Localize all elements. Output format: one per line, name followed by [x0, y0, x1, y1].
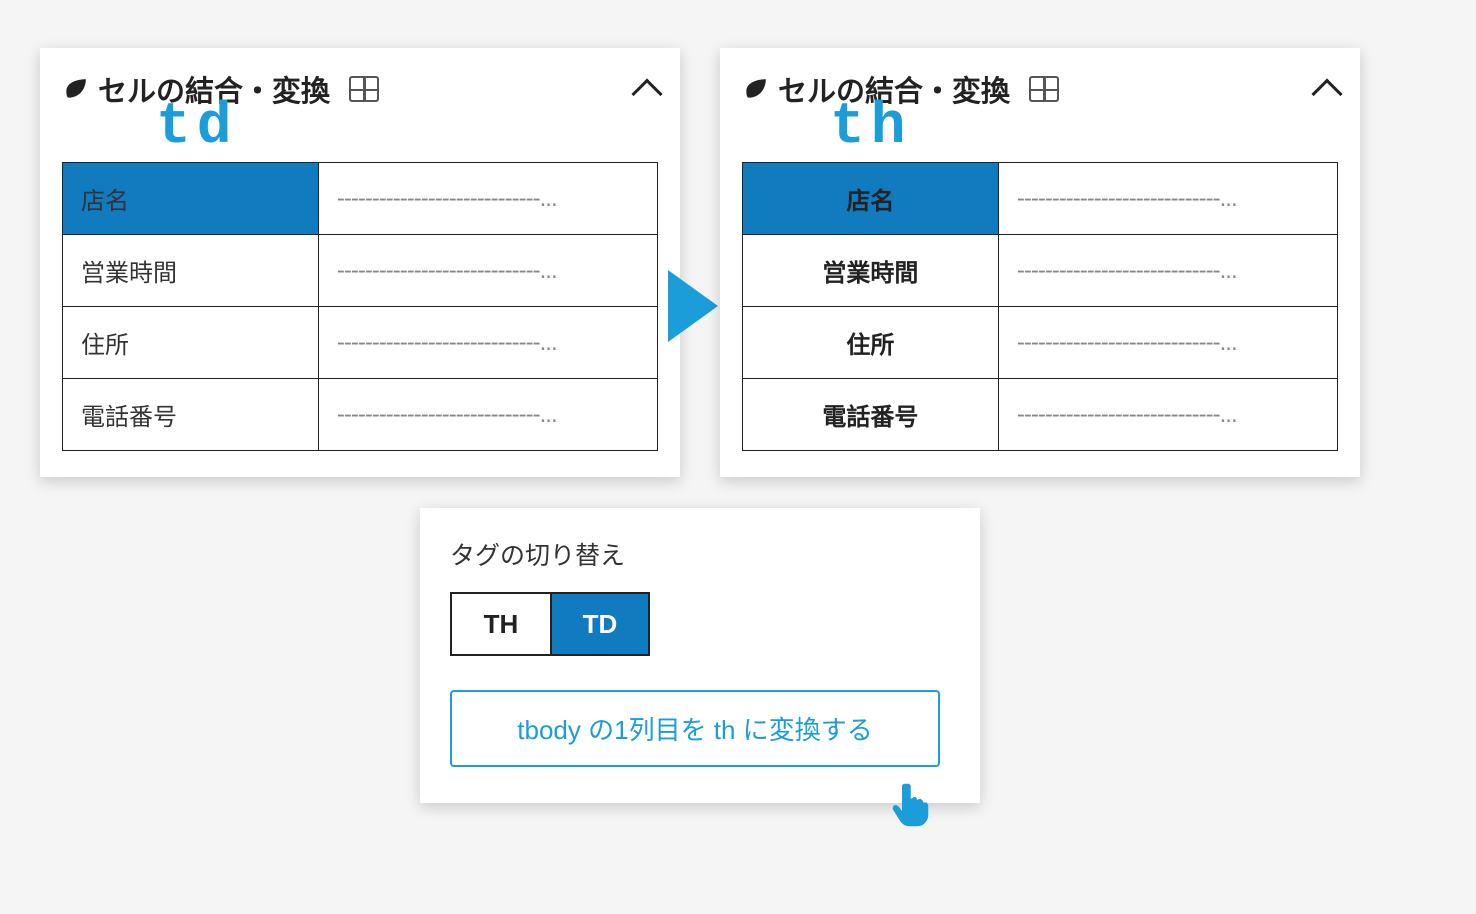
cell-value[interactable]: -----------------------------...: [318, 307, 657, 379]
cell-label[interactable]: 電話番号: [743, 379, 999, 451]
tag-toggle-group: TH TD: [450, 592, 650, 656]
sample-table-td: 店名 -----------------------------... 営業時間…: [62, 162, 658, 451]
toggle-th-button[interactable]: TH: [452, 594, 550, 654]
cell-value[interactable]: -----------------------------...: [318, 379, 657, 451]
sample-table-th: 店名 -----------------------------... 営業時間…: [742, 162, 1338, 451]
table-row: 電話番号 -----------------------------...: [743, 379, 1338, 451]
cell-value[interactable]: -----------------------------...: [318, 163, 657, 235]
panel-td: セルの結合・変換 店名 ----------------------------…: [40, 48, 680, 477]
convert-first-column-button[interactable]: tbody の1列目を th に変換する: [450, 690, 940, 767]
toggle-td-button[interactable]: TD: [550, 594, 648, 654]
section-label: タグの切り替え: [450, 536, 950, 572]
overlay-label-th: th: [830, 95, 912, 160]
cell-label[interactable]: 店名: [743, 163, 999, 235]
table-row: 店名 -----------------------------...: [63, 163, 658, 235]
cell-label[interactable]: 店名: [63, 163, 319, 235]
table-row: 住所 -----------------------------...: [743, 307, 1338, 379]
cell-value[interactable]: -----------------------------...: [318, 235, 657, 307]
tag-toggle-panel: タグの切り替え TH TD tbody の1列目を th に変換する: [420, 508, 980, 803]
table-row: 電話番号 -----------------------------...: [63, 379, 658, 451]
cell-value[interactable]: -----------------------------...: [998, 379, 1337, 451]
overlay-label-td: td: [156, 95, 238, 160]
panel-th: セルの結合・変換 店名 ----------------------------…: [720, 48, 1360, 477]
cell-value[interactable]: -----------------------------...: [998, 163, 1337, 235]
cell-label[interactable]: 住所: [63, 307, 319, 379]
arrow-right-icon: [668, 270, 718, 342]
cell-label[interactable]: 住所: [743, 307, 999, 379]
chevron-up-icon[interactable]: [631, 78, 662, 109]
table-row: 店名 -----------------------------...: [743, 163, 1338, 235]
pointer-cursor-icon: [890, 780, 934, 824]
table-icon: [1029, 76, 1059, 102]
cell-label[interactable]: 営業時間: [743, 235, 999, 307]
table-icon: [349, 76, 379, 102]
table-row: 営業時間 -----------------------------...: [63, 235, 658, 307]
cell-value[interactable]: -----------------------------...: [998, 235, 1337, 307]
cell-value[interactable]: -----------------------------...: [998, 307, 1337, 379]
panel-header[interactable]: セルの結合・変換: [62, 68, 658, 110]
chevron-up-icon[interactable]: [1311, 78, 1342, 109]
cell-label[interactable]: 電話番号: [63, 379, 319, 451]
table-row: 住所 -----------------------------...: [63, 307, 658, 379]
leaf-icon: [742, 76, 768, 102]
leaf-icon: [62, 76, 88, 102]
cell-label[interactable]: 営業時間: [63, 235, 319, 307]
table-row: 営業時間 -----------------------------...: [743, 235, 1338, 307]
